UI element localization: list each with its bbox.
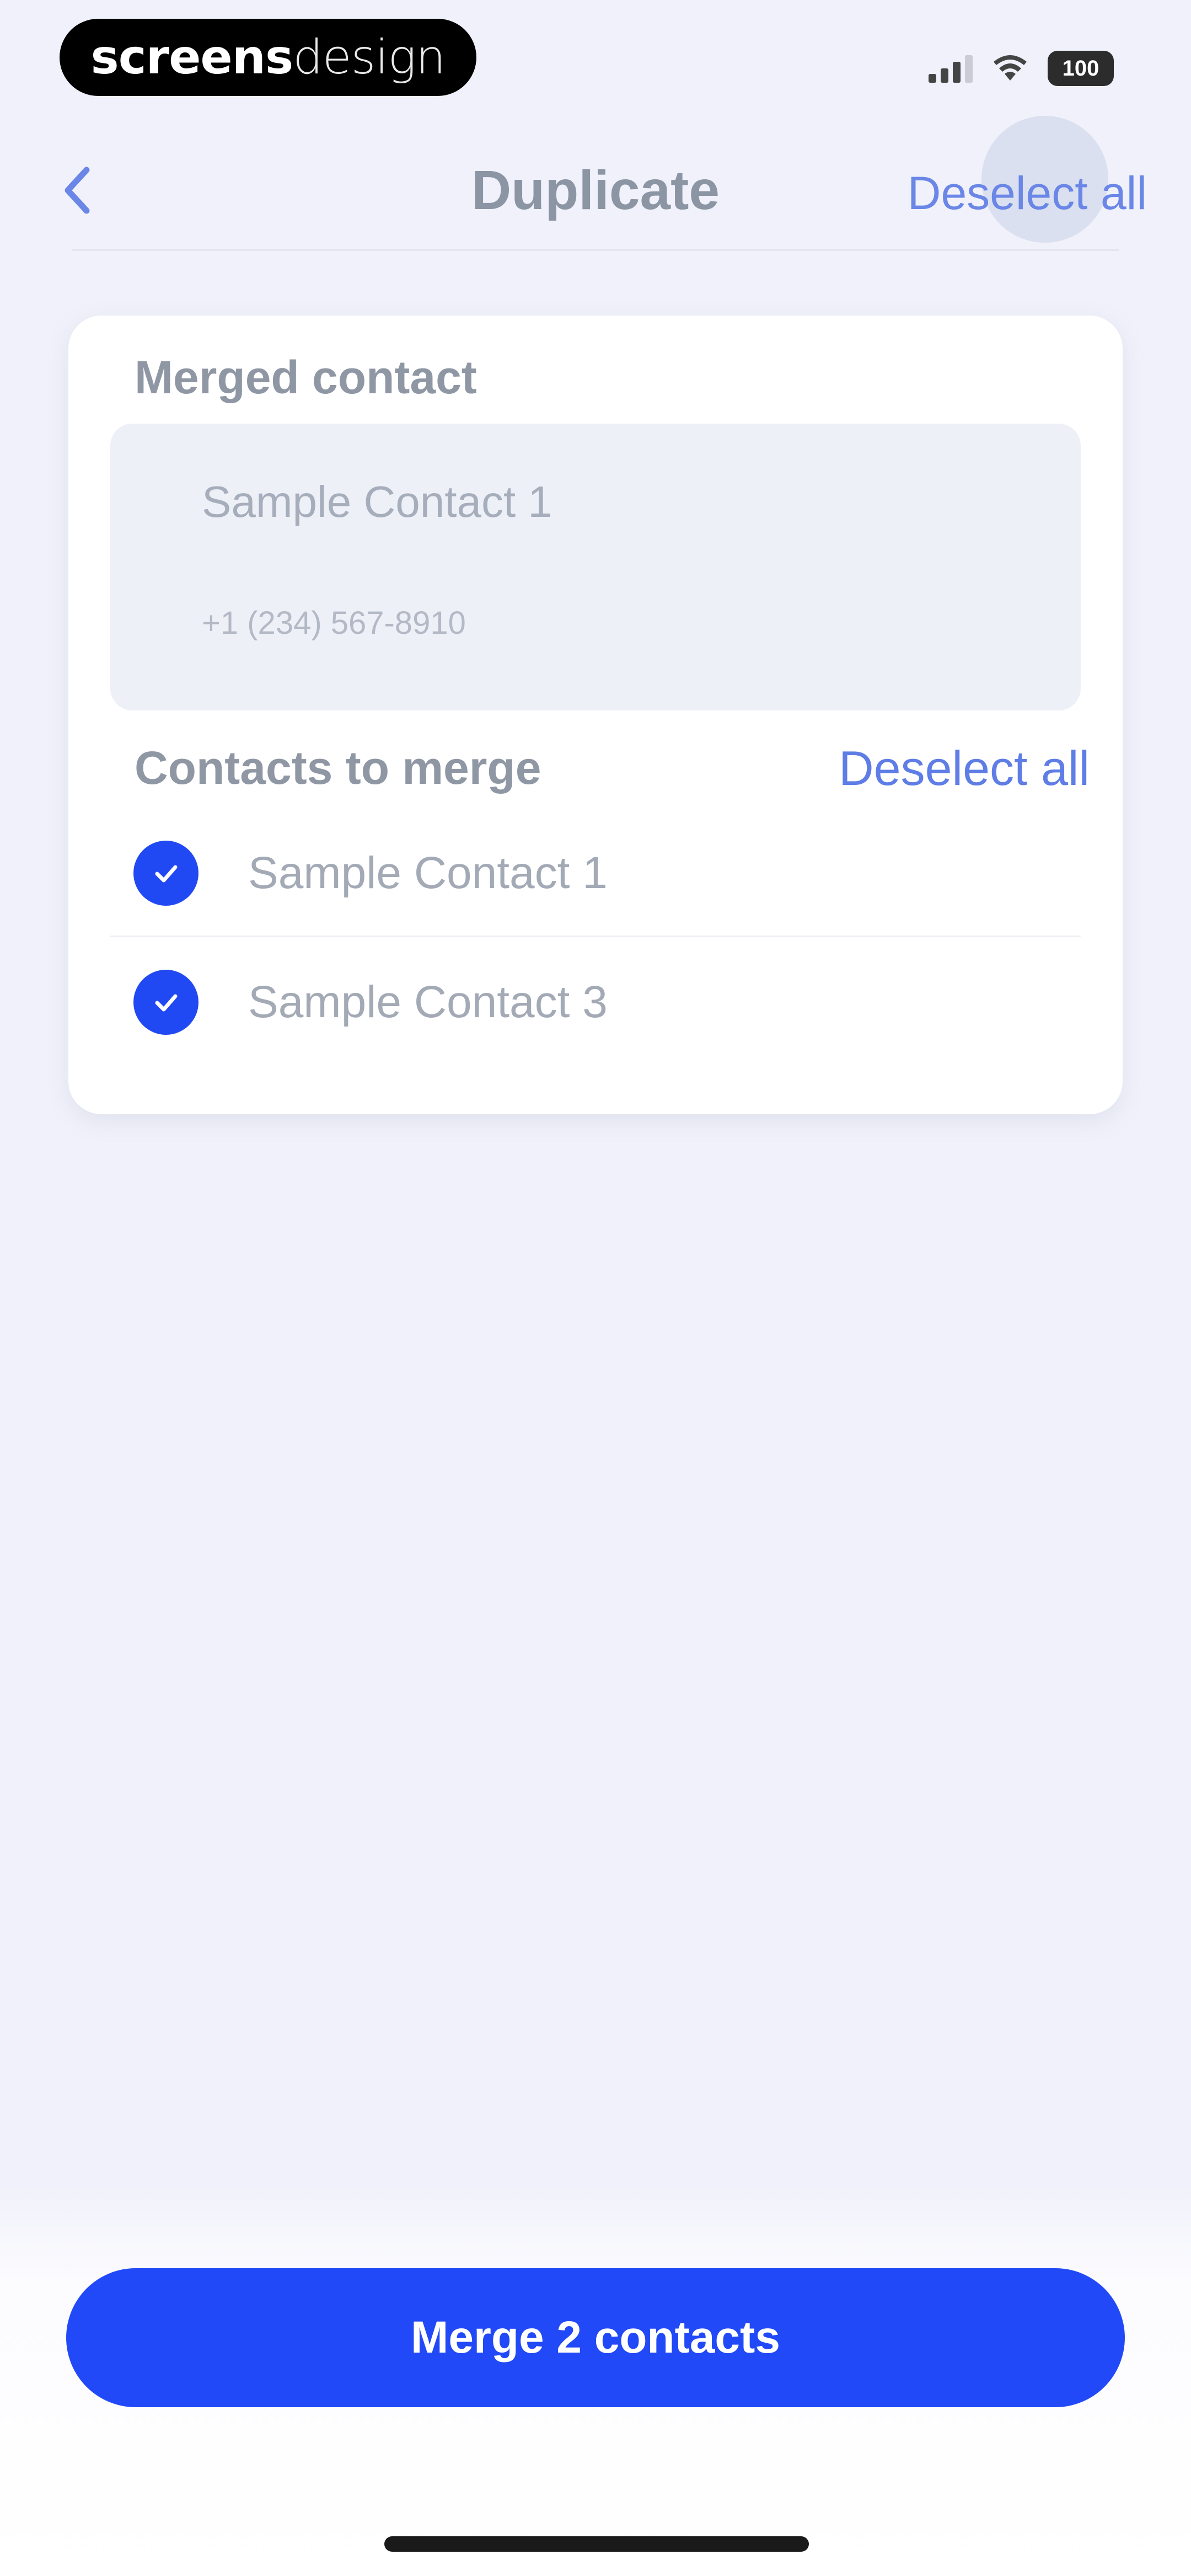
duplicate-card: Merged contact Sample Contact 1 +1 (234)… xyxy=(68,316,1123,1114)
merged-contact-title: Merged contact xyxy=(135,351,477,403)
checkmark-icon[interactable] xyxy=(133,841,198,906)
check-glyph-icon xyxy=(155,865,178,883)
watermark-text-screens: screens xyxy=(90,30,294,85)
deselect-all-button[interactable]: Deselect all xyxy=(839,740,1090,797)
check-glyph-icon xyxy=(155,994,178,1012)
screensdesign-watermark: screens design xyxy=(60,19,476,96)
contact-row[interactable]: Sample Contact 3 xyxy=(110,939,1081,1066)
cellular-signal-icon xyxy=(929,54,973,83)
merged-contact-phone: +1 (234) 567-8910 xyxy=(202,605,466,641)
status-icons: 100 xyxy=(929,46,1114,90)
merge-contacts-button[interactable]: Merge 2 contacts xyxy=(66,2268,1125,2407)
watermark-text-design: design xyxy=(293,30,446,85)
contact-row[interactable]: Sample Contact 1 xyxy=(110,810,1081,937)
contacts-to-merge-title: Contacts to merge xyxy=(135,742,541,794)
row-divider xyxy=(110,936,1081,937)
wifi-icon xyxy=(994,55,1027,81)
merged-contact-name: Sample Contact 1 xyxy=(202,477,552,526)
contact-name: Sample Contact 3 xyxy=(248,977,608,1027)
battery-level: 100 xyxy=(1062,56,1099,81)
home-indicator xyxy=(384,2536,809,2552)
deselect-all-nav-button[interactable]: Deselect all xyxy=(908,165,1147,221)
merged-contact-preview: Sample Contact 1 +1 (234) 567-8910 xyxy=(110,424,1081,710)
battery-icon: 100 xyxy=(1048,51,1114,86)
contact-name: Sample Contact 1 xyxy=(248,848,608,898)
nav-divider xyxy=(72,249,1119,251)
checkmark-icon[interactable] xyxy=(133,970,198,1035)
